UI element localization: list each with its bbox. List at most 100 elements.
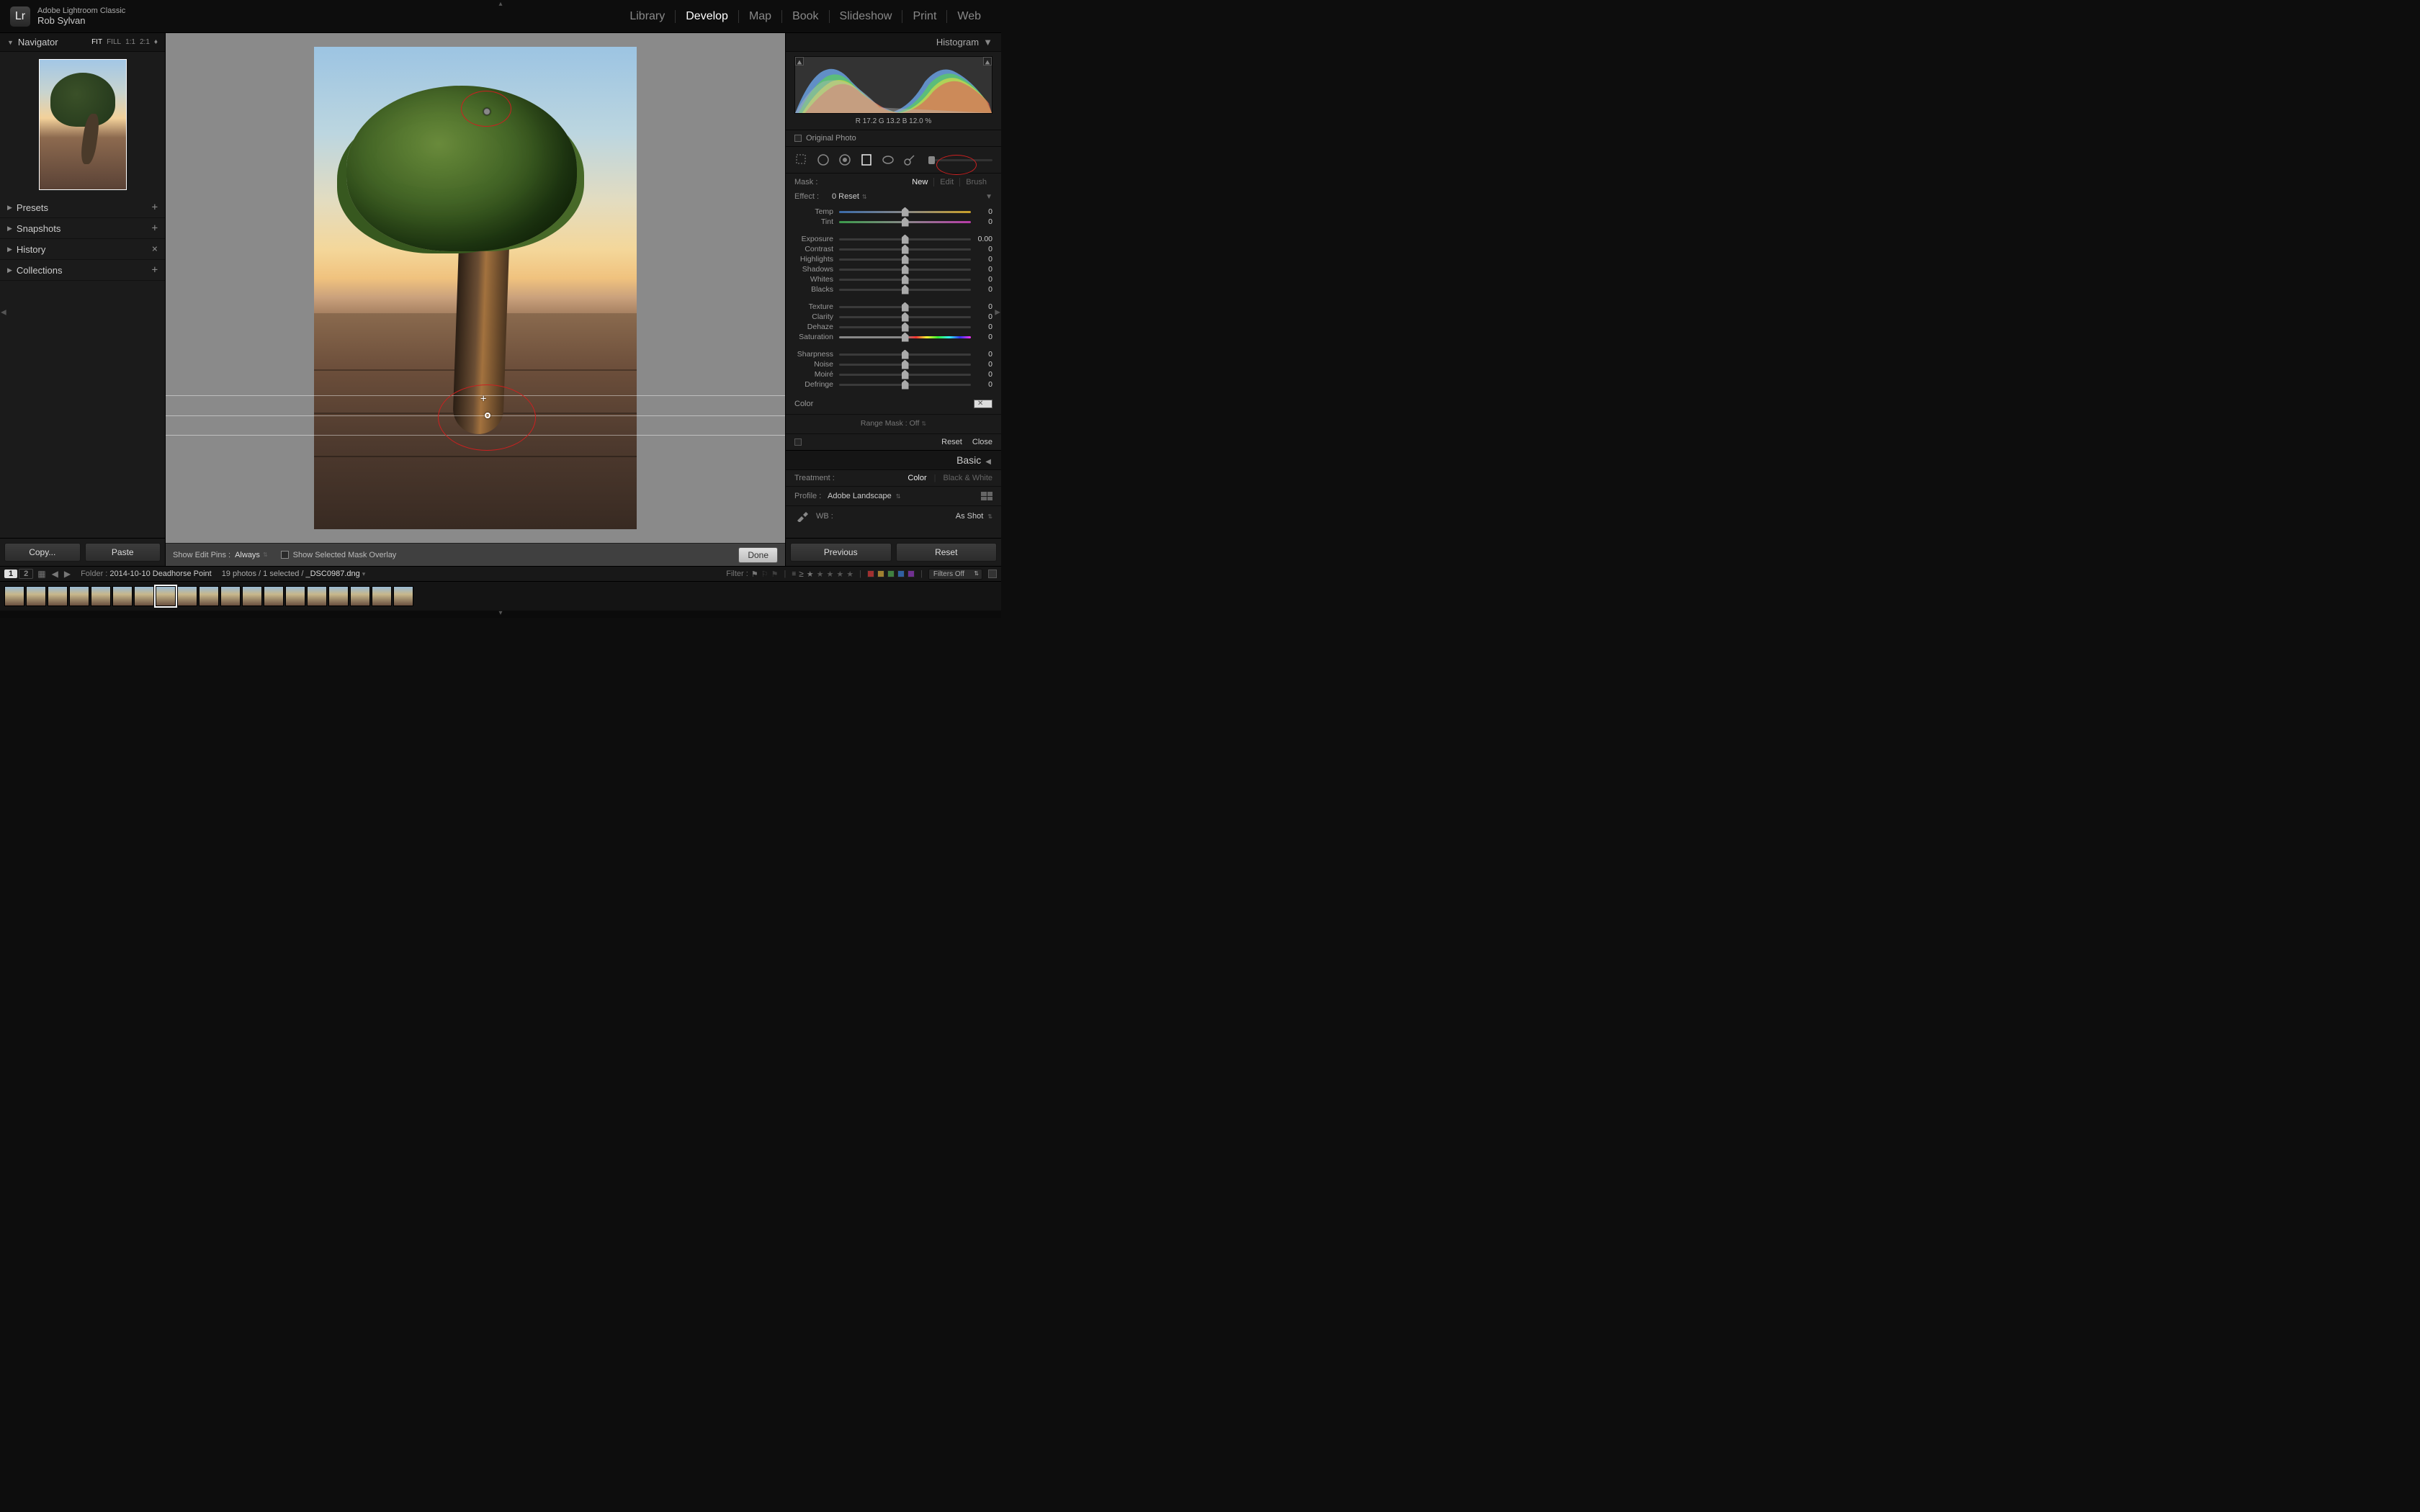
collapse-left-icon[interactable]: ◀ — [0, 306, 7, 320]
slider-value[interactable]: 0 — [971, 265, 992, 274]
slider-value[interactable]: 0 — [971, 380, 992, 389]
profile-value[interactable]: Adobe Landscape — [828, 492, 892, 500]
slider-value[interactable]: 0 — [971, 255, 992, 264]
slider-clarity[interactable]: Clarity0 — [786, 312, 1001, 322]
done-button[interactable]: Done — [738, 547, 778, 563]
slider-contrast[interactable]: Contrast0 — [786, 244, 1001, 254]
panel-snapshots[interactable]: ▶Snapshots+ — [0, 218, 165, 239]
spot-removal-tool-icon[interactable] — [816, 153, 830, 167]
flag-unflagged-icon[interactable]: ⚐ — [761, 570, 768, 579]
zoom-fill[interactable]: FILL — [107, 38, 121, 46]
slider-value[interactable]: 0 — [971, 285, 992, 294]
slider-handle[interactable] — [902, 323, 909, 332]
filter-lock-icon[interactable] — [988, 570, 997, 578]
graduated-filter-tool-icon[interactable] — [859, 153, 874, 167]
color-label-purple[interactable] — [908, 570, 915, 577]
slider-track[interactable] — [839, 374, 971, 376]
slider-handle[interactable] — [902, 255, 909, 264]
filmstrip-thumb[interactable] — [69, 586, 89, 606]
edit-pin-active[interactable] — [485, 413, 490, 418]
effect-row[interactable]: Effect : 0 Reset ⇅ ▼ — [786, 191, 1001, 207]
panel-collections[interactable]: ▶Collections+ — [0, 260, 165, 281]
reset-mask-button[interactable]: Reset — [941, 438, 962, 446]
slider-track[interactable] — [839, 248, 971, 251]
slider-track[interactable] — [839, 269, 971, 271]
crop-tool-icon[interactable] — [794, 153, 809, 167]
slider-tint[interactable]: Tint0 — [786, 217, 1001, 227]
slider-handle[interactable] — [902, 302, 909, 312]
slider-track[interactable] — [839, 384, 971, 386]
histogram[interactable] — [794, 56, 992, 114]
chevron-updown-icon[interactable]: ⇅ — [263, 552, 268, 558]
filmstrip[interactable] — [0, 582, 1001, 611]
chevron-updown-icon[interactable]: ⇅ — [862, 194, 867, 200]
histogram-header[interactable]: Histogram▼ — [786, 33, 1001, 52]
module-web[interactable]: Web — [946, 10, 991, 23]
color-swatch[interactable] — [974, 400, 992, 408]
slider-value[interactable]: 0 — [971, 245, 992, 253]
slider-track[interactable] — [839, 211, 971, 213]
effect-value[interactable]: 0 Reset — [832, 192, 859, 201]
slider-track[interactable] — [839, 316, 971, 318]
slider-track[interactable] — [839, 354, 971, 356]
slider-shadows[interactable]: Shadows0 — [786, 264, 1001, 274]
toggle-panel-icon[interactable] — [794, 438, 802, 446]
color-label-green[interactable] — [887, 570, 895, 577]
overlay-checkbox[interactable] — [281, 551, 289, 559]
filmstrip-thumb[interactable] — [220, 586, 241, 606]
slider-texture[interactable]: Texture0 — [786, 302, 1001, 312]
slider-dehaze[interactable]: Dehaze0 — [786, 322, 1001, 332]
zoom-1to1[interactable]: 1:1 — [125, 38, 135, 46]
slider-moiré[interactable]: Moiré0 — [786, 369, 1001, 379]
filmstrip-thumb[interactable] — [26, 586, 46, 606]
mask-edit[interactable]: Edit — [933, 178, 959, 186]
slider-blacks[interactable]: Blacks0 — [786, 284, 1001, 294]
panel-action-icon[interactable]: + — [152, 202, 158, 213]
profile-browser-icon[interactable] — [981, 492, 992, 500]
slider-track[interactable] — [839, 306, 971, 308]
star-3-icon[interactable]: ★ — [827, 570, 834, 579]
secondary-display-2[interactable]: 2 — [19, 569, 33, 579]
module-print[interactable]: Print — [902, 10, 946, 23]
slider-handle[interactable] — [902, 217, 909, 227]
profile-row[interactable]: Profile : Adobe Landscape ⇅ — [786, 487, 1001, 505]
slider-handle[interactable] — [902, 285, 909, 294]
rating-filter-eq-icon[interactable]: ≡ — [792, 570, 796, 578]
slider-handle[interactable] — [902, 235, 909, 244]
filmstrip-thumb[interactable] — [307, 586, 327, 606]
filmstrip-thumb[interactable] — [264, 586, 284, 606]
reset-button[interactable]: Reset — [896, 543, 998, 562]
radial-filter-tool-icon[interactable] — [881, 153, 895, 167]
panel-action-icon[interactable]: + — [152, 222, 158, 234]
panel-action-icon[interactable]: × — [152, 243, 158, 255]
slider-temp[interactable]: Temp0 — [786, 207, 1001, 217]
module-slideshow[interactable]: Slideshow — [829, 10, 902, 23]
slider-value[interactable]: 0 — [971, 275, 992, 284]
filmstrip-thumb[interactable] — [242, 586, 262, 606]
shadow-clipping-icon[interactable] — [795, 57, 804, 66]
module-develop[interactable]: Develop — [675, 10, 738, 23]
wb-row[interactable]: WB : As Shot ⇅ — [786, 505, 1001, 529]
zoom-fit[interactable]: FIT — [91, 38, 102, 46]
flag-rejected-icon[interactable]: ⚑ — [771, 570, 779, 579]
slider-handle[interactable] — [902, 360, 909, 369]
range-mask-row[interactable]: Range Mask : Off ⇅ — [786, 414, 1001, 434]
chevron-updown-icon[interactable]: ⇅ — [896, 493, 901, 500]
tool-amount-slider[interactable] — [928, 159, 992, 161]
original-photo-checkbox[interactable] — [794, 135, 802, 142]
redeye-tool-icon[interactable] — [838, 153, 852, 167]
slider-exposure[interactable]: Exposure0.00 — [786, 234, 1001, 244]
filmstrip-thumb[interactable] — [393, 586, 413, 606]
slider-highlights[interactable]: Highlights0 — [786, 254, 1001, 264]
slider-value[interactable]: 0 — [971, 312, 992, 321]
mask-brush[interactable]: Brush — [959, 178, 992, 186]
slider-handle[interactable] — [902, 312, 909, 322]
slider-noise[interactable]: Noise0 — [786, 359, 1001, 369]
navigator-header[interactable]: ▼ Navigator FIT FILL 1:1 2:1 ♦ — [0, 33, 165, 52]
star-4-icon[interactable]: ★ — [836, 570, 843, 579]
slider-track[interactable] — [839, 326, 971, 328]
slider-track[interactable] — [839, 279, 971, 281]
filmstrip-thumb[interactable] — [112, 586, 133, 606]
slider-value[interactable]: 0 — [971, 370, 992, 379]
filmstrip-thumb[interactable] — [4, 586, 24, 606]
